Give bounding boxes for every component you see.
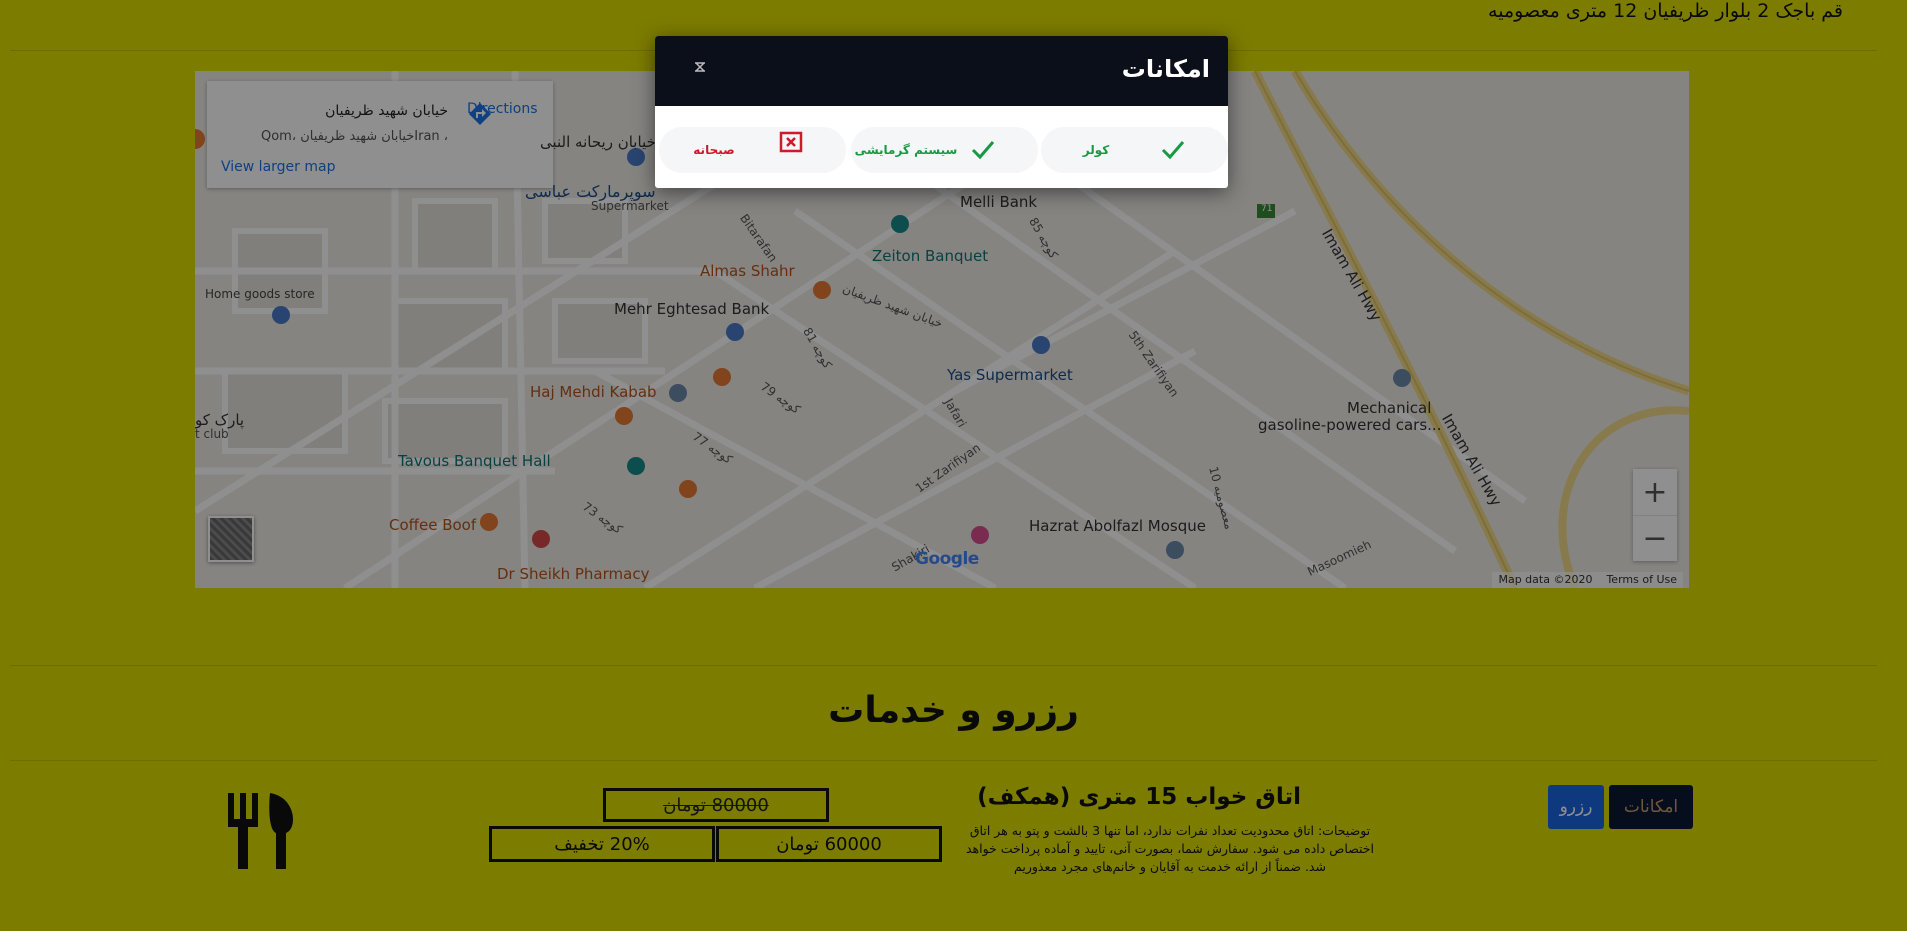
features-modal: امکانات کولر سیستم گرمایشی صبحانه	[655, 36, 1228, 188]
close-icon[interactable]	[691, 58, 709, 76]
feature-label: سیستم گرمایشی	[854, 142, 958, 157]
feature-label: صبحانه	[693, 142, 735, 157]
feature-item-heating: سیستم گرمایشی	[851, 127, 1038, 173]
check-icon	[1161, 141, 1185, 160]
modal-header: امکانات	[655, 36, 1228, 106]
check-icon	[971, 141, 995, 160]
feature-item-breakfast: صبحانه	[659, 127, 846, 173]
feature-label: کولر	[1082, 142, 1110, 157]
page: قم باجک 2 بلوار ظریفیان 12 متری معصومیه	[0, 0, 1907, 931]
x-box-icon	[779, 131, 803, 153]
modal-title: امکانات	[1121, 55, 1210, 83]
features-list: کولر سیستم گرمایشی صبحانه	[655, 127, 1228, 173]
feature-item-cooler: کولر	[1041, 127, 1228, 173]
